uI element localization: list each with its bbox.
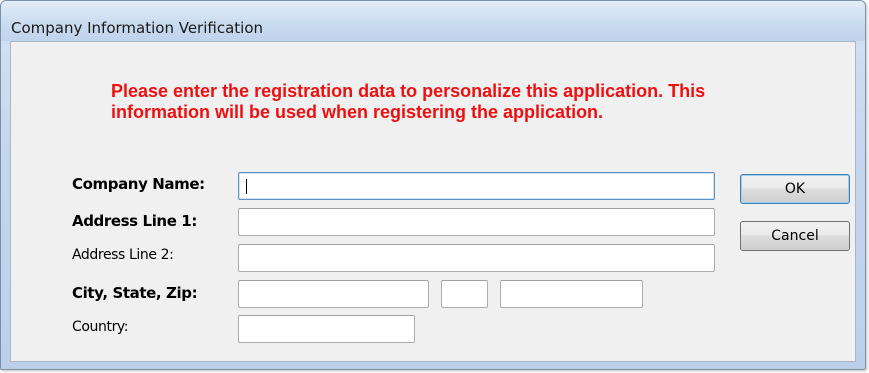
city-input[interactable] <box>238 280 429 308</box>
address-line-1-label: Address Line 1: <box>72 212 197 230</box>
state-input[interactable] <box>441 280 488 308</box>
title-bar[interactable]: Company Information Verification <box>1 1 865 41</box>
window-title: Company Information Verification <box>11 19 264 37</box>
country-label: Country: <box>72 319 129 335</box>
text-caret <box>246 179 247 194</box>
ok-button[interactable]: OK <box>740 174 850 204</box>
address-line-2-input[interactable] <box>238 244 715 272</box>
country-input[interactable] <box>238 315 415 343</box>
company-name-label: Company Name: <box>72 175 205 193</box>
city-state-zip-label: City, State, Zip: <box>72 284 198 302</box>
address-line-1-input[interactable] <box>238 208 715 236</box>
company-name-input[interactable] <box>238 172 715 200</box>
dialog-window: Company Information Verification Please … <box>0 0 866 370</box>
address-line-2-label: Address Line 2: <box>72 247 174 263</box>
zip-input[interactable] <box>500 280 643 308</box>
cancel-button[interactable]: Cancel <box>740 221 850 251</box>
dialog-body: Please enter the registration data to pe… <box>10 41 856 362</box>
instructions-text: Please enter the registration data to pe… <box>111 81 706 122</box>
